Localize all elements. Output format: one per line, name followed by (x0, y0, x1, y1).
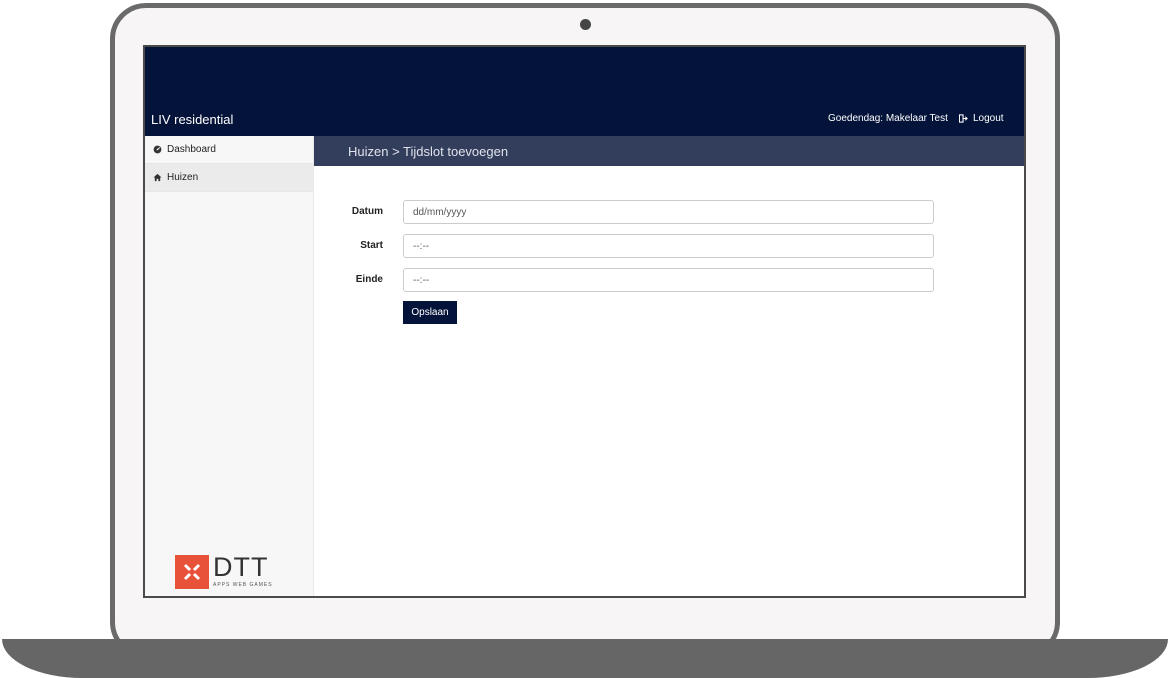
laptop-base (2, 639, 1168, 678)
home-icon (153, 173, 162, 182)
logo-mark (175, 555, 209, 589)
logout-label: Logout (973, 113, 1004, 124)
form-row-start: Start --:-- (314, 234, 1024, 258)
sidebar: Dashboard Huizen DTT APPS WEB GAMES (145, 136, 314, 596)
logo-wordmark: DTT (213, 552, 269, 582)
sidebar-item-label: Dashboard (167, 144, 216, 155)
top-navbar: LIV residential Goedendag: Makelaar Test… (145, 47, 1024, 136)
einde-placeholder: --:-- (413, 274, 430, 286)
start-label: Start (360, 240, 383, 251)
datum-label: Datum (351, 206, 383, 217)
user-greeting: Goedendag: Makelaar Test (828, 113, 948, 124)
datum-placeholder: dd/mm/yyyy (413, 206, 467, 218)
main-content: Huizen > Tijdslot toevoegen Datum dd/mm/… (314, 136, 1024, 596)
dashboard-icon (153, 145, 162, 154)
logout-button[interactable]: Logout (959, 113, 1004, 124)
form-row-datum: Datum dd/mm/yyyy (314, 200, 1024, 224)
sidebar-item-dashboard[interactable]: Dashboard (145, 136, 313, 164)
save-button[interactable]: Opslaan (403, 301, 457, 324)
sidebar-item-label: Huizen (167, 172, 199, 183)
form-row-einde: Einde --:-- (314, 268, 1024, 292)
logout-icon (959, 114, 968, 123)
brand-title[interactable]: LIV residential (151, 112, 233, 127)
start-input[interactable]: --:-- (403, 234, 934, 258)
dtt-logo: DTT APPS WEB GAMES (175, 552, 273, 589)
cross-icon (183, 563, 201, 581)
sidebar-item-huizen[interactable]: Huizen (145, 164, 313, 192)
breadcrumb-text: Huizen > Tijdslot toevoegen (348, 143, 509, 159)
breadcrumb: Huizen > Tijdslot toevoegen (314, 136, 1024, 166)
einde-input[interactable]: --:-- (403, 268, 934, 292)
camera-dot (580, 19, 591, 30)
datum-input[interactable]: dd/mm/yyyy (403, 200, 934, 224)
einde-label: Einde (355, 274, 383, 285)
logo-tagline: APPS WEB GAMES (213, 582, 273, 588)
start-placeholder: --:-- (413, 240, 430, 252)
app-screen: LIV residential Goedendag: Makelaar Test… (143, 45, 1026, 598)
